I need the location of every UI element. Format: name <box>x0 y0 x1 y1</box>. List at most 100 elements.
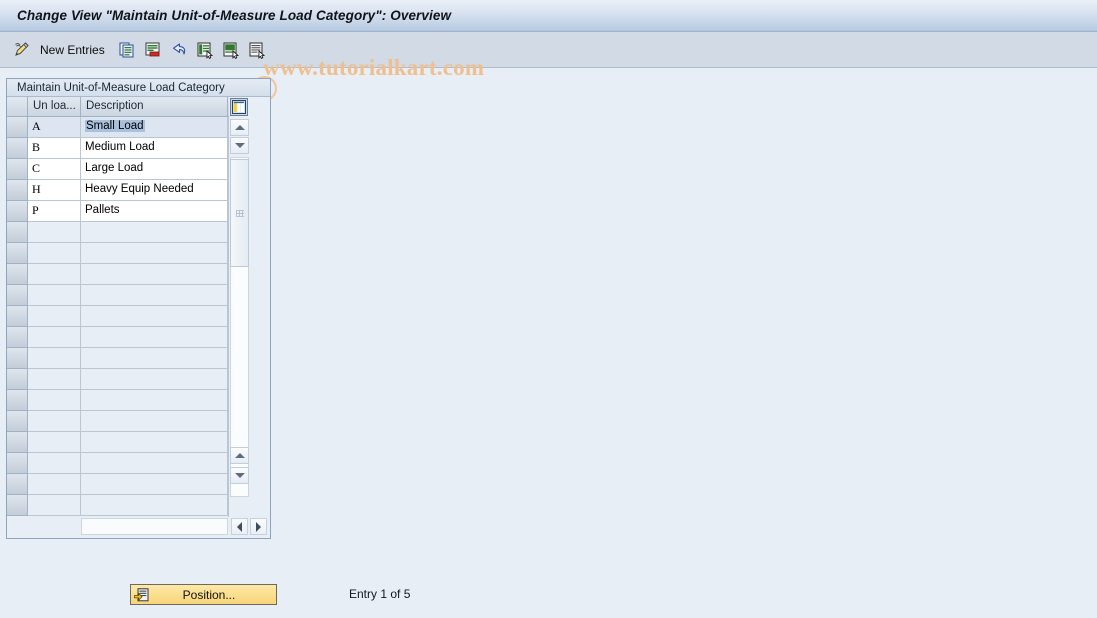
table-row-empty[interactable] <box>7 369 229 390</box>
scroll-page-down-icon[interactable] <box>230 467 249 484</box>
row-selector[interactable] <box>7 138 28 159</box>
delete-icon[interactable] <box>141 38 165 62</box>
window-title-bar: Change View "Maintain Unit-of-Measure Lo… <box>0 0 1097 32</box>
cell-code[interactable] <box>28 411 81 432</box>
row-selector[interactable] <box>7 159 28 180</box>
cell-code[interactable]: H <box>28 180 81 201</box>
row-selector[interactable] <box>7 495 28 516</box>
table-row-empty[interactable] <box>7 411 229 432</box>
scroll-down-icon[interactable] <box>230 137 249 154</box>
cell-code[interactable] <box>28 285 81 306</box>
column-header-description[interactable]: Description <box>81 97 228 116</box>
cell-description[interactable] <box>81 348 228 369</box>
cell-code[interactable] <box>28 222 81 243</box>
table-row-empty[interactable] <box>7 264 229 285</box>
cell-code[interactable] <box>28 306 81 327</box>
table-row-empty[interactable] <box>7 306 229 327</box>
table-row-empty[interactable] <box>7 495 229 516</box>
table-row-empty[interactable] <box>7 348 229 369</box>
cell-description[interactable] <box>81 495 228 516</box>
cell-code[interactable]: B <box>28 138 81 159</box>
cell-code[interactable] <box>28 432 81 453</box>
table-row-empty[interactable] <box>7 327 229 348</box>
scroll-left-icon[interactable] <box>231 518 248 535</box>
table-row[interactable]: P Pallets <box>7 201 229 222</box>
row-selector[interactable] <box>7 327 28 348</box>
select-all-icon[interactable] <box>193 38 217 62</box>
cell-description[interactable] <box>81 474 228 495</box>
cell-code[interactable] <box>28 453 81 474</box>
scrollbar-grip-icon <box>235 209 244 217</box>
table-row-empty[interactable] <box>7 474 229 495</box>
row-selector[interactable] <box>7 180 28 201</box>
cell-code[interactable] <box>28 369 81 390</box>
row-selector[interactable] <box>7 264 28 285</box>
cell-code[interactable]: A <box>28 117 81 138</box>
cell-description[interactable] <box>81 306 228 327</box>
row-selector[interactable] <box>7 390 28 411</box>
cell-code[interactable] <box>28 390 81 411</box>
copy-icon[interactable] <box>115 38 139 62</box>
scroll-page-up-icon[interactable] <box>230 447 249 464</box>
row-selector[interactable] <box>7 369 28 390</box>
cell-description[interactable]: Small Load <box>81 117 228 138</box>
cell-code[interactable]: P <box>28 201 81 222</box>
cell-description[interactable] <box>81 264 228 285</box>
cell-description[interactable]: Heavy Equip Needed <box>81 180 228 201</box>
scroll-right-icon[interactable] <box>250 518 267 535</box>
cell-description[interactable] <box>81 390 228 411</box>
row-selector[interactable] <box>7 411 28 432</box>
vertical-scrollbar-thumb[interactable] <box>230 159 249 267</box>
table-row[interactable]: C Large Load <box>7 159 229 180</box>
application-toolbar: New Entries www.tutorialkart.com <box>0 32 1097 101</box>
table-row[interactable]: H Heavy Equip Needed <box>7 180 229 201</box>
row-selector[interactable] <box>7 453 28 474</box>
table-row-empty[interactable] <box>7 222 229 243</box>
cell-description[interactable]: Large Load <box>81 159 228 180</box>
cell-code[interactable] <box>28 264 81 285</box>
row-selector[interactable] <box>7 243 28 264</box>
row-selector[interactable] <box>7 348 28 369</box>
row-selector[interactable] <box>7 474 28 495</box>
select-all-column-header[interactable] <box>7 97 28 116</box>
cell-code[interactable] <box>28 474 81 495</box>
cell-code[interactable] <box>28 243 81 264</box>
table-row[interactable]: B Medium Load <box>7 138 229 159</box>
row-selector[interactable] <box>7 285 28 306</box>
cell-description[interactable] <box>81 243 228 264</box>
cell-description[interactable] <box>81 222 228 243</box>
table-row-empty[interactable] <box>7 285 229 306</box>
cell-code[interactable] <box>28 348 81 369</box>
cell-description[interactable] <box>81 411 228 432</box>
table-settings-icon[interactable] <box>230 98 248 116</box>
table-row-empty[interactable] <box>7 453 229 474</box>
cell-description[interactable] <box>81 327 228 348</box>
new-entries-button[interactable]: New Entries <box>40 43 105 57</box>
cell-description[interactable]: Pallets <box>81 201 228 222</box>
cell-code[interactable] <box>28 327 81 348</box>
row-selector[interactable] <box>7 306 28 327</box>
select-block-icon[interactable] <box>219 38 243 62</box>
scroll-up-icon[interactable] <box>230 119 249 136</box>
row-selector[interactable] <box>7 222 28 243</box>
table-row[interactable]: A Small Load <box>7 117 229 138</box>
row-selector[interactable] <box>7 432 28 453</box>
undo-icon[interactable] <box>167 38 191 62</box>
table-row-empty[interactable] <box>7 390 229 411</box>
cell-description[interactable] <box>81 285 228 306</box>
table-row-empty[interactable] <box>7 432 229 453</box>
position-button[interactable]: Position... <box>130 584 277 605</box>
cell-code[interactable]: C <box>28 159 81 180</box>
cell-description[interactable]: Medium Load <box>81 138 228 159</box>
pencil-edit-icon[interactable] <box>10 38 34 62</box>
table-row-empty[interactable] <box>7 243 229 264</box>
cell-description[interactable] <box>81 453 228 474</box>
cell-code[interactable] <box>28 495 81 516</box>
maintenance-table-panel: Maintain Unit-of-Measure Load Category U… <box>6 78 271 539</box>
cell-description[interactable] <box>81 432 228 453</box>
column-header-code[interactable]: Un loa... <box>28 97 81 116</box>
row-selector[interactable] <box>7 201 28 222</box>
horizontal-scrollbar-track[interactable] <box>81 518 228 535</box>
cell-description[interactable] <box>81 369 228 390</box>
row-selector[interactable] <box>7 117 28 138</box>
